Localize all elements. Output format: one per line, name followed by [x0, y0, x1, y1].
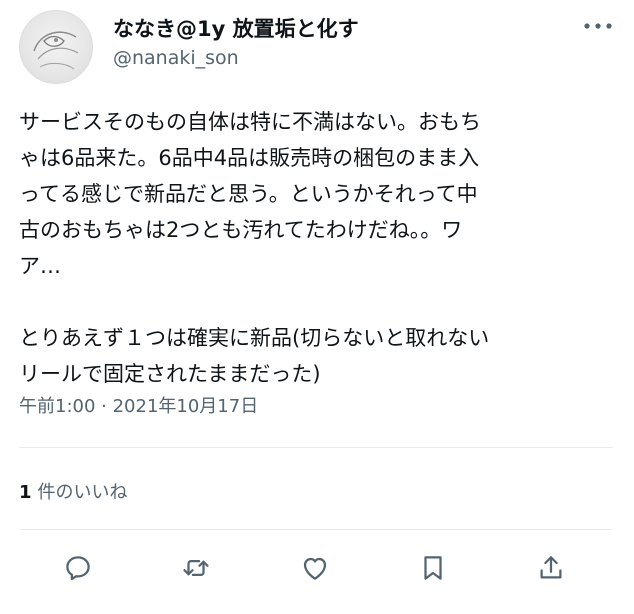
like-count: 1 [19, 482, 32, 503]
tweet-text: サービスそのもの自体は特に不満はない。おもち ゃは6品来た。6品中4品は販売時の… [19, 110, 490, 386]
heart-icon [303, 557, 327, 580]
divider [19, 447, 613, 448]
likes-summary[interactable]: 1 件のいいね [19, 478, 128, 504]
like-button[interactable] [295, 548, 335, 588]
like-label: 件のいいね [37, 482, 128, 503]
bookmark-button[interactable] [413, 548, 453, 588]
share-button[interactable] [531, 548, 571, 588]
reply-icon [66, 556, 90, 581]
more-options-button[interactable] [579, 14, 617, 38]
avatar[interactable] [19, 10, 93, 84]
more-dots-icon [584, 23, 612, 29]
sketch-avatar-icon [33, 31, 79, 70]
bookmark-icon [424, 556, 442, 580]
retweet-button[interactable] [176, 548, 216, 588]
user-handle[interactable]: @nanaki_son [113, 47, 239, 69]
divider [19, 529, 613, 530]
share-icon [540, 556, 562, 579]
display-name[interactable]: ななき@1y 放置垢と化す [113, 13, 359, 43]
reply-button[interactable] [58, 548, 98, 588]
retweet-icon [183, 560, 209, 576]
tweet-timestamp[interactable]: 午前1:00 · 2021年10月17日 [19, 392, 258, 418]
